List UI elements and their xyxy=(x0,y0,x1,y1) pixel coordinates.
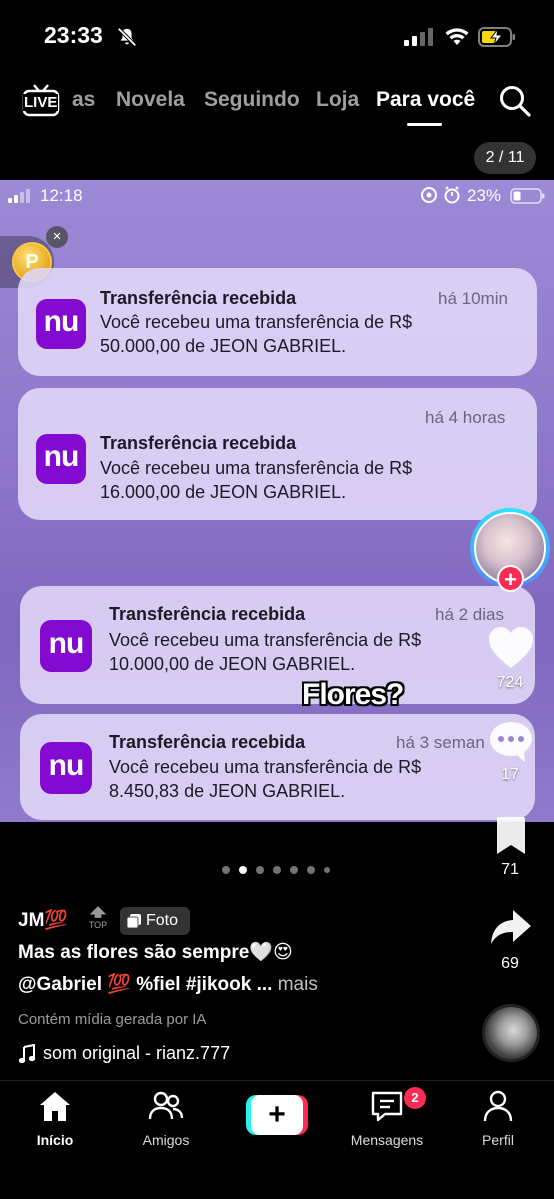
profile-icon xyxy=(483,1090,513,1122)
post-description[interactable]: Mas as flores são sempre🤍😍 xyxy=(18,940,293,964)
nav-label: Perfil xyxy=(482,1132,514,1148)
nav-home[interactable]: Início xyxy=(5,1089,105,1148)
tab-novela[interactable]: Novela xyxy=(116,88,185,112)
photo-badge-label: Foto xyxy=(146,912,179,929)
carousel-dot[interactable] xyxy=(307,866,315,874)
tab-loja[interactable]: Loja xyxy=(316,88,359,112)
cellular-signal-icon xyxy=(404,28,433,46)
follow-button[interactable]: + xyxy=(497,565,524,592)
inbox-icon xyxy=(371,1091,403,1122)
text-sticker: Flores? xyxy=(302,678,404,711)
post-tags[interactable]: @Gabriel 💯 %fiel #jikook ... xyxy=(18,974,272,995)
tab-partial[interactable]: as xyxy=(72,88,95,112)
post-photo[interactable]: 12:18 23% P × nu Transferência recebida … xyxy=(0,180,554,822)
notification-body: Você recebeu uma transferência de R$ 50.… xyxy=(100,312,413,356)
notification-card: nu Transferência recebida há 3 seman Voc… xyxy=(20,714,535,820)
home-icon xyxy=(40,1092,70,1121)
carousel-dots xyxy=(222,866,330,874)
plus-icon: + xyxy=(251,1095,303,1135)
notification-card: nu Transferência recebida há 2 dias Você… xyxy=(20,586,535,704)
tab-seguindo[interactable]: Seguindo xyxy=(204,88,300,112)
share-count: 69 xyxy=(501,955,519,972)
wifi-icon xyxy=(445,28,469,45)
bookmark-icon[interactable] xyxy=(494,816,528,856)
live-label: LIVE xyxy=(23,94,59,111)
carousel-dot[interactable] xyxy=(256,866,264,874)
nav-label: Mensagens xyxy=(350,1132,424,1148)
notification-title: Transferência recebida xyxy=(100,433,297,453)
nubank-logo-icon: nu xyxy=(36,299,86,349)
screenshot-status-bar: 12:18 23% xyxy=(0,180,554,212)
carousel-dot[interactable] xyxy=(273,866,281,874)
battery-charging-icon xyxy=(478,27,515,47)
post-description-tags[interactable]: @Gabriel 💯 %fiel #jikook ... mais xyxy=(18,972,318,996)
arrow-up-icon xyxy=(89,906,107,918)
notification-time: há 2 dias xyxy=(435,605,504,624)
status-time: 23:33 xyxy=(44,22,103,48)
comment-count: 17 xyxy=(501,766,519,783)
create-button[interactable]: + xyxy=(246,1095,308,1135)
music-note-icon xyxy=(18,1044,36,1064)
carousel-dot-active[interactable] xyxy=(239,866,247,874)
nav-label: Início xyxy=(36,1132,74,1148)
nubank-logo-icon: nu xyxy=(40,742,92,794)
top-creator-badge: TOP xyxy=(86,905,110,933)
notification-title: Transferência recebida xyxy=(109,604,306,624)
nav-friends[interactable]: Amigos xyxy=(116,1089,216,1148)
active-tab-indicator xyxy=(407,123,442,126)
photo-mode-badge: Foto xyxy=(120,907,190,935)
bottom-navigation: Início Amigos + Mensagens 2 Perfil xyxy=(0,1080,554,1199)
photo-icon xyxy=(127,914,141,928)
screenshot-time: 12:18 xyxy=(40,186,83,205)
nav-label: Amigos xyxy=(142,1132,190,1148)
carousel-dot[interactable] xyxy=(222,866,230,874)
screenshot-signal-icon xyxy=(8,189,30,203)
share-icon[interactable] xyxy=(489,908,533,948)
tab-para-voce[interactable]: Para você xyxy=(376,88,475,112)
close-icon[interactable]: × xyxy=(46,226,68,248)
screenshot-battery-percent: 23% xyxy=(467,186,502,205)
author-name[interactable]: JM💯 xyxy=(18,908,68,932)
messages-badge: 2 xyxy=(404,1087,426,1109)
screenshot-battery-icon xyxy=(510,188,545,204)
screenshot-alarm-icon xyxy=(421,186,460,204)
notification-time: há 10min xyxy=(438,289,508,308)
status-bar: 23:33 xyxy=(0,0,554,72)
notification-body: Você recebeu uma transferência de R$ 16.… xyxy=(100,458,413,502)
friends-icon xyxy=(148,1091,184,1120)
notification-body: Você recebeu uma transferência de R$ 8.4… xyxy=(109,757,422,801)
carousel-dot[interactable] xyxy=(290,866,298,874)
bell-off-icon xyxy=(117,27,137,47)
top-badge-label: TOP xyxy=(88,920,108,930)
nav-profile[interactable]: Perfil xyxy=(448,1089,548,1148)
search-icon[interactable] xyxy=(498,84,532,118)
notification-title: Transferência recebida xyxy=(109,732,306,752)
notification-title: Transferência recebida xyxy=(100,288,297,308)
sound-disc[interactable] xyxy=(482,1004,540,1062)
comment-icon[interactable] xyxy=(487,720,535,764)
like-count: 724 xyxy=(496,674,524,691)
heart-icon[interactable] xyxy=(487,626,535,670)
sound-name[interactable]: som original - rianz.777 xyxy=(43,1043,230,1064)
save-count: 71 xyxy=(501,861,519,878)
notification-card: nu há 4 horas Transferência recebida Voc… xyxy=(18,388,537,520)
nubank-logo-icon: nu xyxy=(36,434,86,484)
ai-content-label: Contém mídia gerada por IA xyxy=(18,1011,207,1028)
notification-time: há 4 horas xyxy=(425,408,506,427)
notification-body: Você recebeu uma transferência de R$ 10.… xyxy=(109,630,422,674)
nubank-logo-icon: nu xyxy=(40,620,92,672)
notification-card: nu Transferência recebida há 10min Você … xyxy=(18,268,537,376)
photo-page-counter: 2 / 11 xyxy=(474,142,536,174)
more-link[interactable]: mais xyxy=(278,974,318,995)
top-navigation: LIVE as Novela Seguindo Loja Para você xyxy=(0,72,554,132)
notification-time: há 3 seman xyxy=(396,733,485,752)
carousel-dot[interactable] xyxy=(324,867,330,873)
